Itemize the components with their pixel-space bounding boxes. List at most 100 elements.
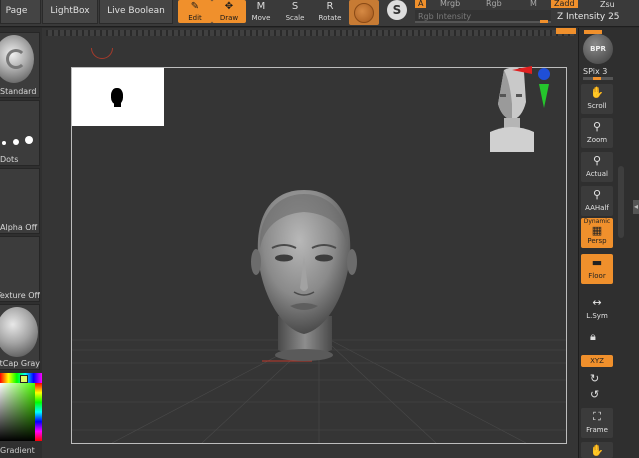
- tab-live-boolean[interactable]: Live Boolean: [99, 0, 173, 24]
- aahalf-label: AAHalf: [585, 204, 609, 212]
- tab-lightbox-label: LightBox: [50, 6, 90, 16]
- scroll-label: Scroll: [587, 102, 607, 110]
- move-button[interactable]: M Move: [244, 0, 278, 23]
- xyz-button[interactable]: XYZ: [581, 355, 613, 367]
- stroke-dot-icon: [25, 136, 33, 144]
- color-field[interactable]: [0, 383, 35, 441]
- persp-button[interactable]: Dynamic ▦ Persp: [581, 218, 613, 248]
- draw-label: Draw: [219, 14, 239, 22]
- gradient-label: Gradient: [0, 446, 35, 455]
- brush-slot[interactable]: Standard: [0, 32, 40, 98]
- m-toggle[interactable]: M: [530, 0, 537, 8]
- material-sphere-icon: [354, 3, 374, 23]
- z-intensity-slider[interactable]: Z Intensity 25: [557, 12, 620, 22]
- rgb-intensity-label: Rgb Intensity: [418, 12, 472, 21]
- alpha-label: Alpha Off: [0, 223, 38, 232]
- lsym-icon: ↔: [592, 296, 602, 309]
- spix-track[interactable]: [583, 77, 613, 80]
- symmetry-icon[interactable]: S: [387, 0, 407, 20]
- scroll-button[interactable]: ✋ Scroll: [581, 84, 613, 114]
- matcap-sphere-icon: [0, 307, 38, 357]
- persp-label: Persp: [587, 237, 607, 245]
- rgb-toggle[interactable]: Rgb: [486, 0, 502, 8]
- move-icon: M: [256, 1, 266, 12]
- brush-label: Standard: [0, 87, 37, 96]
- canvas-ruler: [46, 30, 574, 36]
- stroke-label: Dots: [0, 155, 19, 164]
- color-picker[interactable]: [0, 373, 42, 443]
- rgb-intensity-knob[interactable]: [540, 20, 548, 23]
- head-model[interactable]: [248, 188, 360, 364]
- actual-button[interactable]: ⚲ Actual: [581, 152, 613, 182]
- edit-icon: ✎: [190, 1, 200, 12]
- rotate-z-icon[interactable]: ↺: [590, 388, 599, 401]
- material-label: MatCap Gray: [0, 359, 40, 368]
- frame-icon: ⛶: [593, 410, 601, 423]
- scale-button[interactable]: S Scale: [278, 0, 312, 23]
- move-label: Move: [251, 14, 271, 22]
- left-tray: Standard Dots Alpha Off Texture Off MatC…: [0, 28, 42, 458]
- spix-value: 3: [602, 67, 608, 76]
- z-intensity-value: 25: [608, 12, 620, 22]
- stroke-dot-icon: [13, 139, 19, 145]
- navigator-thumbnail[interactable]: [72, 68, 164, 126]
- tab-lightbox[interactable]: LightBox: [42, 0, 98, 24]
- collapse-tray-icon[interactable]: ◂: [633, 200, 639, 214]
- actual-icon: ⚲: [592, 154, 602, 167]
- tab-page-label: Page: [5, 6, 28, 16]
- rgb-intensity-slider[interactable]: Rgb Intensity: [415, 10, 551, 23]
- persp-icon: ▦: [591, 224, 603, 237]
- y-axis-arrow-icon: [539, 84, 549, 108]
- tab-live-boolean-label: Live Boolean: [107, 6, 165, 16]
- a-toggle[interactable]: A: [415, 0, 427, 8]
- move-view-button[interactable]: ✋: [581, 442, 613, 458]
- shelf-scrollbar[interactable]: [618, 166, 624, 238]
- spix-label: SPix: [583, 67, 600, 76]
- zoom-label: Zoom: [586, 136, 608, 144]
- texture-label: Texture Off: [0, 291, 40, 300]
- draw-icon: ✥: [224, 1, 234, 12]
- frame-label: Frame: [586, 426, 608, 434]
- material-button[interactable]: [349, 0, 379, 25]
- rotate-y-icon[interactable]: ↻: [590, 372, 599, 385]
- draw-button[interactable]: ✥ Draw: [212, 0, 246, 23]
- tab-page[interactable]: Page: [0, 0, 41, 24]
- zadd-toggle[interactable]: Zadd: [551, 0, 578, 8]
- stroke-slot[interactable]: Dots: [0, 100, 40, 166]
- zsub-toggle[interactable]: Zsu: [600, 0, 615, 9]
- standard-brush-icon: [0, 35, 34, 83]
- rgb-intensity-track: [415, 21, 551, 23]
- vertical-hue-strip[interactable]: [35, 383, 42, 441]
- frame-button[interactable]: ⛶ Frame: [581, 408, 613, 438]
- floor-icon: ▬: [591, 256, 603, 269]
- stroke-dot-icon: [2, 141, 6, 145]
- zoom-button[interactable]: ⚲ Zoom: [581, 118, 613, 148]
- spix-knob[interactable]: [593, 77, 601, 80]
- mrgb-toggle[interactable]: Mrgb: [440, 0, 460, 8]
- lsym-button[interactable]: ↔ L.Sym: [581, 294, 613, 324]
- xyz-label: XYZ: [590, 357, 604, 365]
- aahalf-icon: ⚲: [592, 188, 602, 201]
- scale-label: Scale: [285, 14, 305, 22]
- lsym-label: L.Sym: [586, 312, 608, 320]
- ruler-marker[interactable]: [556, 28, 576, 34]
- actual-label: Actual: [586, 170, 608, 178]
- edit-button[interactable]: ✎ Edit: [178, 0, 212, 23]
- alpha-slot[interactable]: Alpha Off: [0, 168, 40, 234]
- z-axis-ball-icon: [538, 68, 550, 80]
- spix-slider[interactable]: SPix 3: [583, 67, 607, 76]
- rotate-button[interactable]: R Rotate: [313, 0, 347, 23]
- rotate-label: Rotate: [318, 14, 342, 22]
- material-slot[interactable]: MatCap Gray: [0, 304, 40, 370]
- hand-icon: ✋: [590, 444, 604, 457]
- scale-icon: S: [291, 1, 299, 12]
- aahalf-button[interactable]: ⚲ AAHalf: [581, 186, 613, 216]
- lock-icon[interactable]: 🔒︎: [590, 330, 596, 344]
- hand-icon: ✋: [590, 86, 604, 99]
- bpr-button[interactable]: BPR: [583, 34, 613, 64]
- floor-button[interactable]: ▬ Floor: [581, 254, 613, 284]
- current-color-swatch[interactable]: [20, 375, 28, 383]
- texture-slot[interactable]: Texture Off: [0, 236, 40, 302]
- orientation-head-icon[interactable]: [482, 64, 554, 156]
- rotate-icon: R: [326, 1, 334, 12]
